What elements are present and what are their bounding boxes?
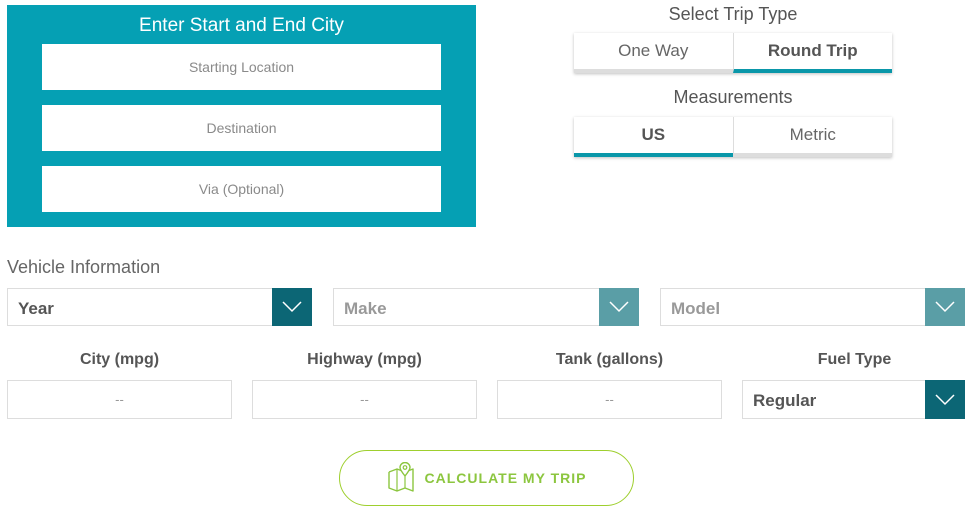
year-select-value: Year (18, 299, 54, 318)
chevron-down-icon (282, 301, 302, 313)
tank-gallons-label: Tank (gallons) (555, 351, 664, 368)
year-select[interactable]: Year (7, 288, 312, 326)
location-panel: Enter Start and End City (7, 5, 476, 227)
year-dropdown-button[interactable] (272, 288, 312, 326)
model-dropdown-button[interactable] (925, 288, 965, 326)
make-select[interactable]: Make (333, 288, 639, 326)
trip-type-label: Select Trip Type (668, 4, 798, 24)
via-input[interactable] (42, 166, 441, 212)
highway-mpg-label: Highway (mpg) (307, 351, 422, 368)
highway-mpg-input[interactable] (252, 380, 477, 419)
model-select[interactable]: Model (660, 288, 965, 326)
location-panel-title: Enter Start and End City (139, 15, 344, 36)
trip-type-toggle: One Way Round Trip (574, 33, 892, 73)
fuel-type-label: Fuel Type (817, 351, 892, 368)
tank-gallons-input[interactable] (497, 380, 722, 419)
starting-location-input[interactable] (42, 44, 441, 90)
measurements-toggle: US Metric (574, 117, 892, 157)
city-mpg-input[interactable] (7, 380, 232, 419)
model-select-value: Model (671, 299, 721, 318)
trip-type-round-trip[interactable]: Round Trip (732, 33, 892, 73)
map-pin-icon (387, 462, 414, 492)
vehicle-information-label: Vehicle Information (7, 257, 161, 277)
make-dropdown-button[interactable] (599, 288, 639, 326)
measurements-label: Measurements (673, 87, 793, 107)
make-select-value: Make (344, 299, 387, 318)
destination-input[interactable] (42, 105, 441, 151)
measurement-us[interactable]: US (574, 117, 733, 157)
city-mpg-label: City (mpg) (79, 351, 160, 368)
chevron-down-icon (935, 301, 955, 313)
measurement-metric[interactable]: Metric (732, 117, 892, 157)
fuel-type-select[interactable]: Regular (742, 380, 965, 419)
chevron-down-icon (609, 301, 629, 313)
trip-type-one-way[interactable]: One Way (574, 33, 733, 73)
fuel-type-dropdown-button[interactable] (925, 380, 965, 419)
calculate-trip-label: CALCULATE MY TRIP (424, 470, 587, 486)
fuel-type-value: Regular (753, 391, 817, 410)
calculate-trip-button[interactable]: CALCULATE MY TRIP (339, 450, 634, 506)
chevron-down-icon (935, 393, 955, 405)
